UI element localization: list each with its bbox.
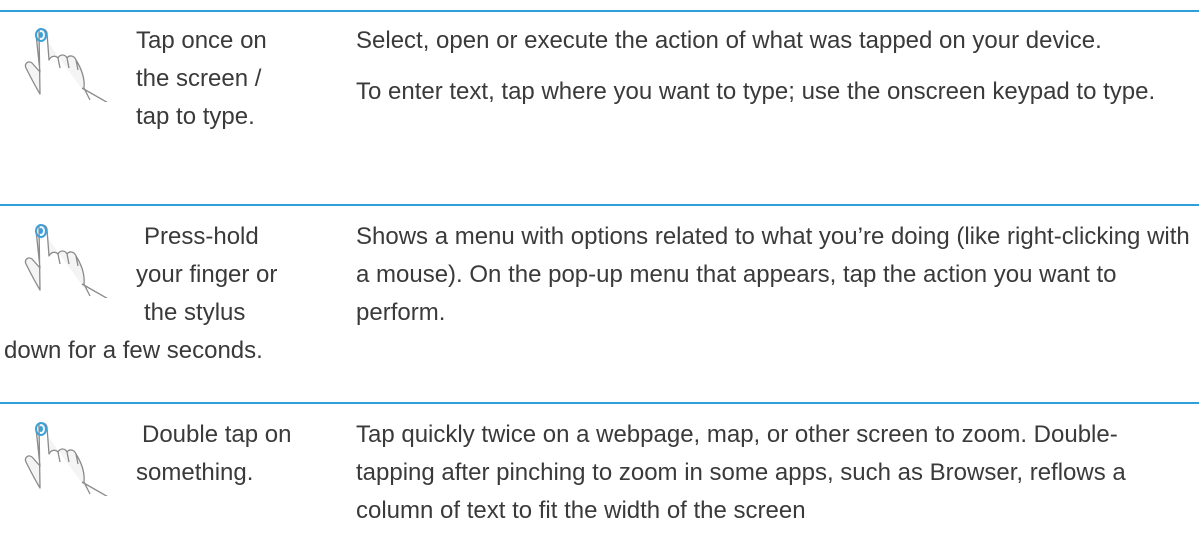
- row-divider: [0, 204, 1199, 206]
- gesture-line: the stylus: [144, 299, 246, 326]
- gesture-line: your finger or: [136, 261, 278, 288]
- gesture-description: Shows a menu with options related to wha…: [356, 218, 1196, 345]
- hand-tap-icon: [24, 28, 108, 102]
- gesture-line: the screen /: [136, 65, 262, 92]
- description-paragraph: To enter text, tap where you want to typ…: [356, 78, 1156, 105]
- gesture-line: something.: [136, 459, 254, 486]
- hand-double-tap-icon: [24, 422, 108, 496]
- gesture-description: Tap quickly twice on a webpage, map, or …: [356, 416, 1196, 543]
- gesture-line: Double tap on: [142, 421, 292, 448]
- gesture-name: Tap once on the screen / tap to type.: [136, 22, 267, 136]
- gesture-line: Press-hold: [144, 223, 259, 250]
- gesture-line: Tap once on: [136, 27, 267, 54]
- description-paragraph: Tap quickly twice on a webpage, map, or …: [356, 421, 1126, 524]
- gesture-name: Press-hold your finger or the stylus dow…: [4, 218, 348, 370]
- table-top-rule: [0, 10, 1199, 12]
- gesture-line: down for a few seconds.: [4, 337, 263, 364]
- description-paragraph: Shows a menu with options related to wha…: [356, 223, 1190, 326]
- gesture-description: Select, open or execute the action of wh…: [356, 22, 1196, 124]
- row-divider: [0, 402, 1199, 404]
- gesture-name: Double tap on something.: [136, 416, 291, 492]
- gesture-line: tap to type.: [136, 103, 255, 130]
- description-paragraph: Select, open or execute the action of wh…: [356, 27, 1102, 54]
- gesture-table: Tap once on the screen / tap to type. Se…: [0, 0, 1199, 536]
